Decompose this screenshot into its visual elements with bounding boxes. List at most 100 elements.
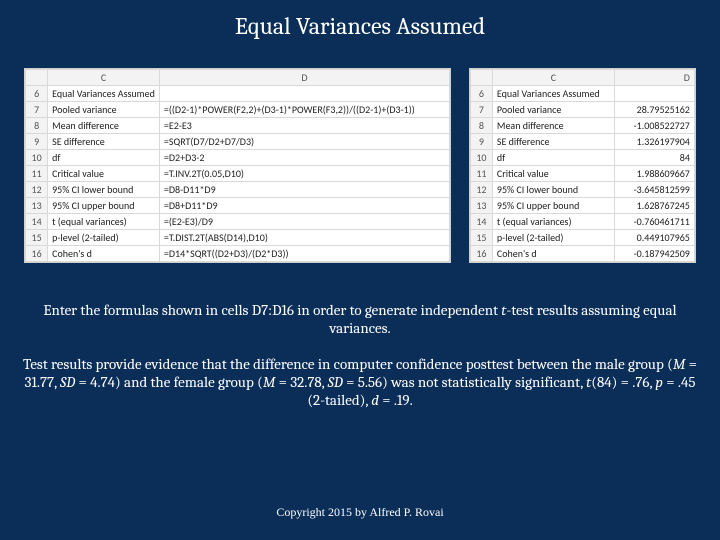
col-c-header: C — [48, 70, 160, 86]
value-cell: 0.449107965 — [614, 230, 694, 246]
table-row: 10df84 — [470, 150, 694, 166]
row-num: 15 — [26, 230, 48, 246]
row-num: 12 — [26, 182, 48, 198]
formula-cell: =T.DIST.2T(ABS(D14),D10) — [159, 230, 449, 246]
col-d-header: D — [614, 70, 694, 86]
label-cell: df — [492, 150, 614, 166]
label-cell: Pooled variance — [492, 102, 614, 118]
row-num: 7 — [26, 102, 48, 118]
row-num: 6 — [470, 86, 492, 102]
label-cell: SE difference — [48, 134, 160, 150]
label-cell: Equal Variances Assumed — [492, 86, 614, 102]
table-row: 8Mean difference-1.008522727 — [470, 118, 694, 134]
table-row: 11Critical value=T.INV.2T(0.05,D10) — [26, 166, 450, 182]
page-title: Equal Variances Assumed — [0, 0, 720, 40]
label-cell: SE difference — [492, 134, 614, 150]
formula-cell: =D8-D11*D9 — [159, 182, 449, 198]
table-row: 7Pooled variance=((D2-1)*POWER(F2,2)+(D3… — [26, 102, 450, 118]
italic-p: p — [655, 373, 663, 391]
header-row: C D — [26, 70, 450, 86]
formula-cell — [159, 86, 449, 102]
table-row: 1395% CI upper bound1.628767245 — [470, 198, 694, 214]
label-cell: 95% CI lower bound — [48, 182, 160, 198]
col-c-header: C — [492, 70, 614, 86]
label-cell: p-level (2-tailed) — [492, 230, 614, 246]
row-num: 10 — [470, 150, 492, 166]
label-cell: 95% CI upper bound — [492, 198, 614, 214]
label-cell: 95% CI upper bound — [48, 198, 160, 214]
label-cell: Mean difference — [48, 118, 160, 134]
corner-cell — [26, 70, 48, 86]
row-num: 8 — [470, 118, 492, 134]
values-sheet: C D 6Equal Variances Assumed 7Pooled var… — [469, 68, 696, 263]
formula-cell: =E2-E3 — [159, 118, 449, 134]
text: = 4.74) and the female group ( — [75, 373, 263, 391]
row-num: 10 — [26, 150, 48, 166]
results-paragraph: Test results provide evidence that the d… — [0, 355, 720, 409]
table-row: 1395% CI upper bound=D8+D11*D9 — [26, 198, 450, 214]
header-row: C D — [470, 70, 694, 86]
row-num: 9 — [26, 134, 48, 150]
label-cell: Cohen's d — [48, 246, 160, 262]
label-cell: 95% CI lower bound — [492, 182, 614, 198]
table-row: 11Critical value1.988609667 — [470, 166, 694, 182]
formula-cell: =T.INV.2T(0.05,D10) — [159, 166, 449, 182]
value-cell: 28.79525162 — [614, 102, 694, 118]
table-row: 9SE difference1.326197904 — [470, 134, 694, 150]
row-num: 16 — [26, 246, 48, 262]
label-cell: df — [48, 150, 160, 166]
table-row: 1295% CI lower bound=D8-D11*D9 — [26, 182, 450, 198]
table-row: 15p-level (2-tailed)=T.DIST.2T(ABS(D14),… — [26, 230, 450, 246]
table-row: 16Cohen's d=D14*SQRT((D2+D3)/(D2*D3)) — [26, 246, 450, 262]
label-cell: Mean difference — [492, 118, 614, 134]
table-row: 8Mean difference=E2-E3 — [26, 118, 450, 134]
label-cell: Equal Variances Assumed — [48, 86, 160, 102]
row-num: 6 — [26, 86, 48, 102]
table-row: 10df=D2+D3-2 — [26, 150, 450, 166]
formulas-sheet: C D 6Equal Variances Assumed 7Pooled var… — [24, 68, 451, 263]
row-num: 12 — [470, 182, 492, 198]
row-num: 13 — [470, 198, 492, 214]
row-num: 16 — [470, 246, 492, 262]
row-num: 14 — [26, 214, 48, 230]
text: Enter the formulas shown in cells D7:D16… — [43, 301, 501, 319]
row-num: 11 — [470, 166, 492, 182]
value-cell: 84 — [614, 150, 694, 166]
copyright-text: Copyright 2015 by Alfred P. Rovai — [0, 505, 720, 520]
formula-cell: =D2+D3-2 — [159, 150, 449, 166]
row-num: 9 — [470, 134, 492, 150]
table-row: 16Cohen's d-0.187942509 — [470, 246, 694, 262]
col-d-header: D — [159, 70, 449, 86]
value-cell: -0.760461711 — [614, 214, 694, 230]
instruction-paragraph: Enter the formulas shown in cells D7:D16… — [0, 301, 720, 337]
table-row: 6Equal Variances Assumed — [26, 86, 450, 102]
row-num: 15 — [470, 230, 492, 246]
text: (84) = .76, — [591, 373, 655, 391]
value-cell: 1.628767245 — [614, 198, 694, 214]
row-num: 14 — [470, 214, 492, 230]
table-row: 14t (equal variances)-0.760461711 — [470, 214, 694, 230]
label-cell: Critical value — [492, 166, 614, 182]
value-cell: -1.008522727 — [614, 118, 694, 134]
row-num: 7 — [470, 102, 492, 118]
label-cell: t (equal variances) — [48, 214, 160, 230]
italic-sd: SD — [60, 373, 75, 391]
tables-container: C D 6Equal Variances Assumed 7Pooled var… — [0, 68, 720, 263]
italic-m: M — [673, 355, 686, 373]
table-row: 14t (equal variances)=(E2-E3)/D9 — [26, 214, 450, 230]
corner-cell — [470, 70, 492, 86]
value-cell: 1.988609667 — [614, 166, 694, 182]
text: = 5.56) was not statistically significan… — [343, 373, 586, 391]
table-row: 6Equal Variances Assumed — [470, 86, 694, 102]
row-num: 8 — [26, 118, 48, 134]
table-row: 15p-level (2-tailed)0.449107965 — [470, 230, 694, 246]
value-cell — [614, 86, 694, 102]
row-num: 11 — [26, 166, 48, 182]
formula-cell: =((D2-1)*POWER(F2,2)+(D3-1)*POWER(F3,2))… — [159, 102, 449, 118]
label-cell: p-level (2-tailed) — [48, 230, 160, 246]
formula-cell: =D8+D11*D9 — [159, 198, 449, 214]
value-cell: 1.326197904 — [614, 134, 694, 150]
table-row: 7Pooled variance28.79525162 — [470, 102, 694, 118]
table-row: 9SE difference=SQRT(D7/D2+D7/D3) — [26, 134, 450, 150]
italic-m: M — [263, 373, 276, 391]
